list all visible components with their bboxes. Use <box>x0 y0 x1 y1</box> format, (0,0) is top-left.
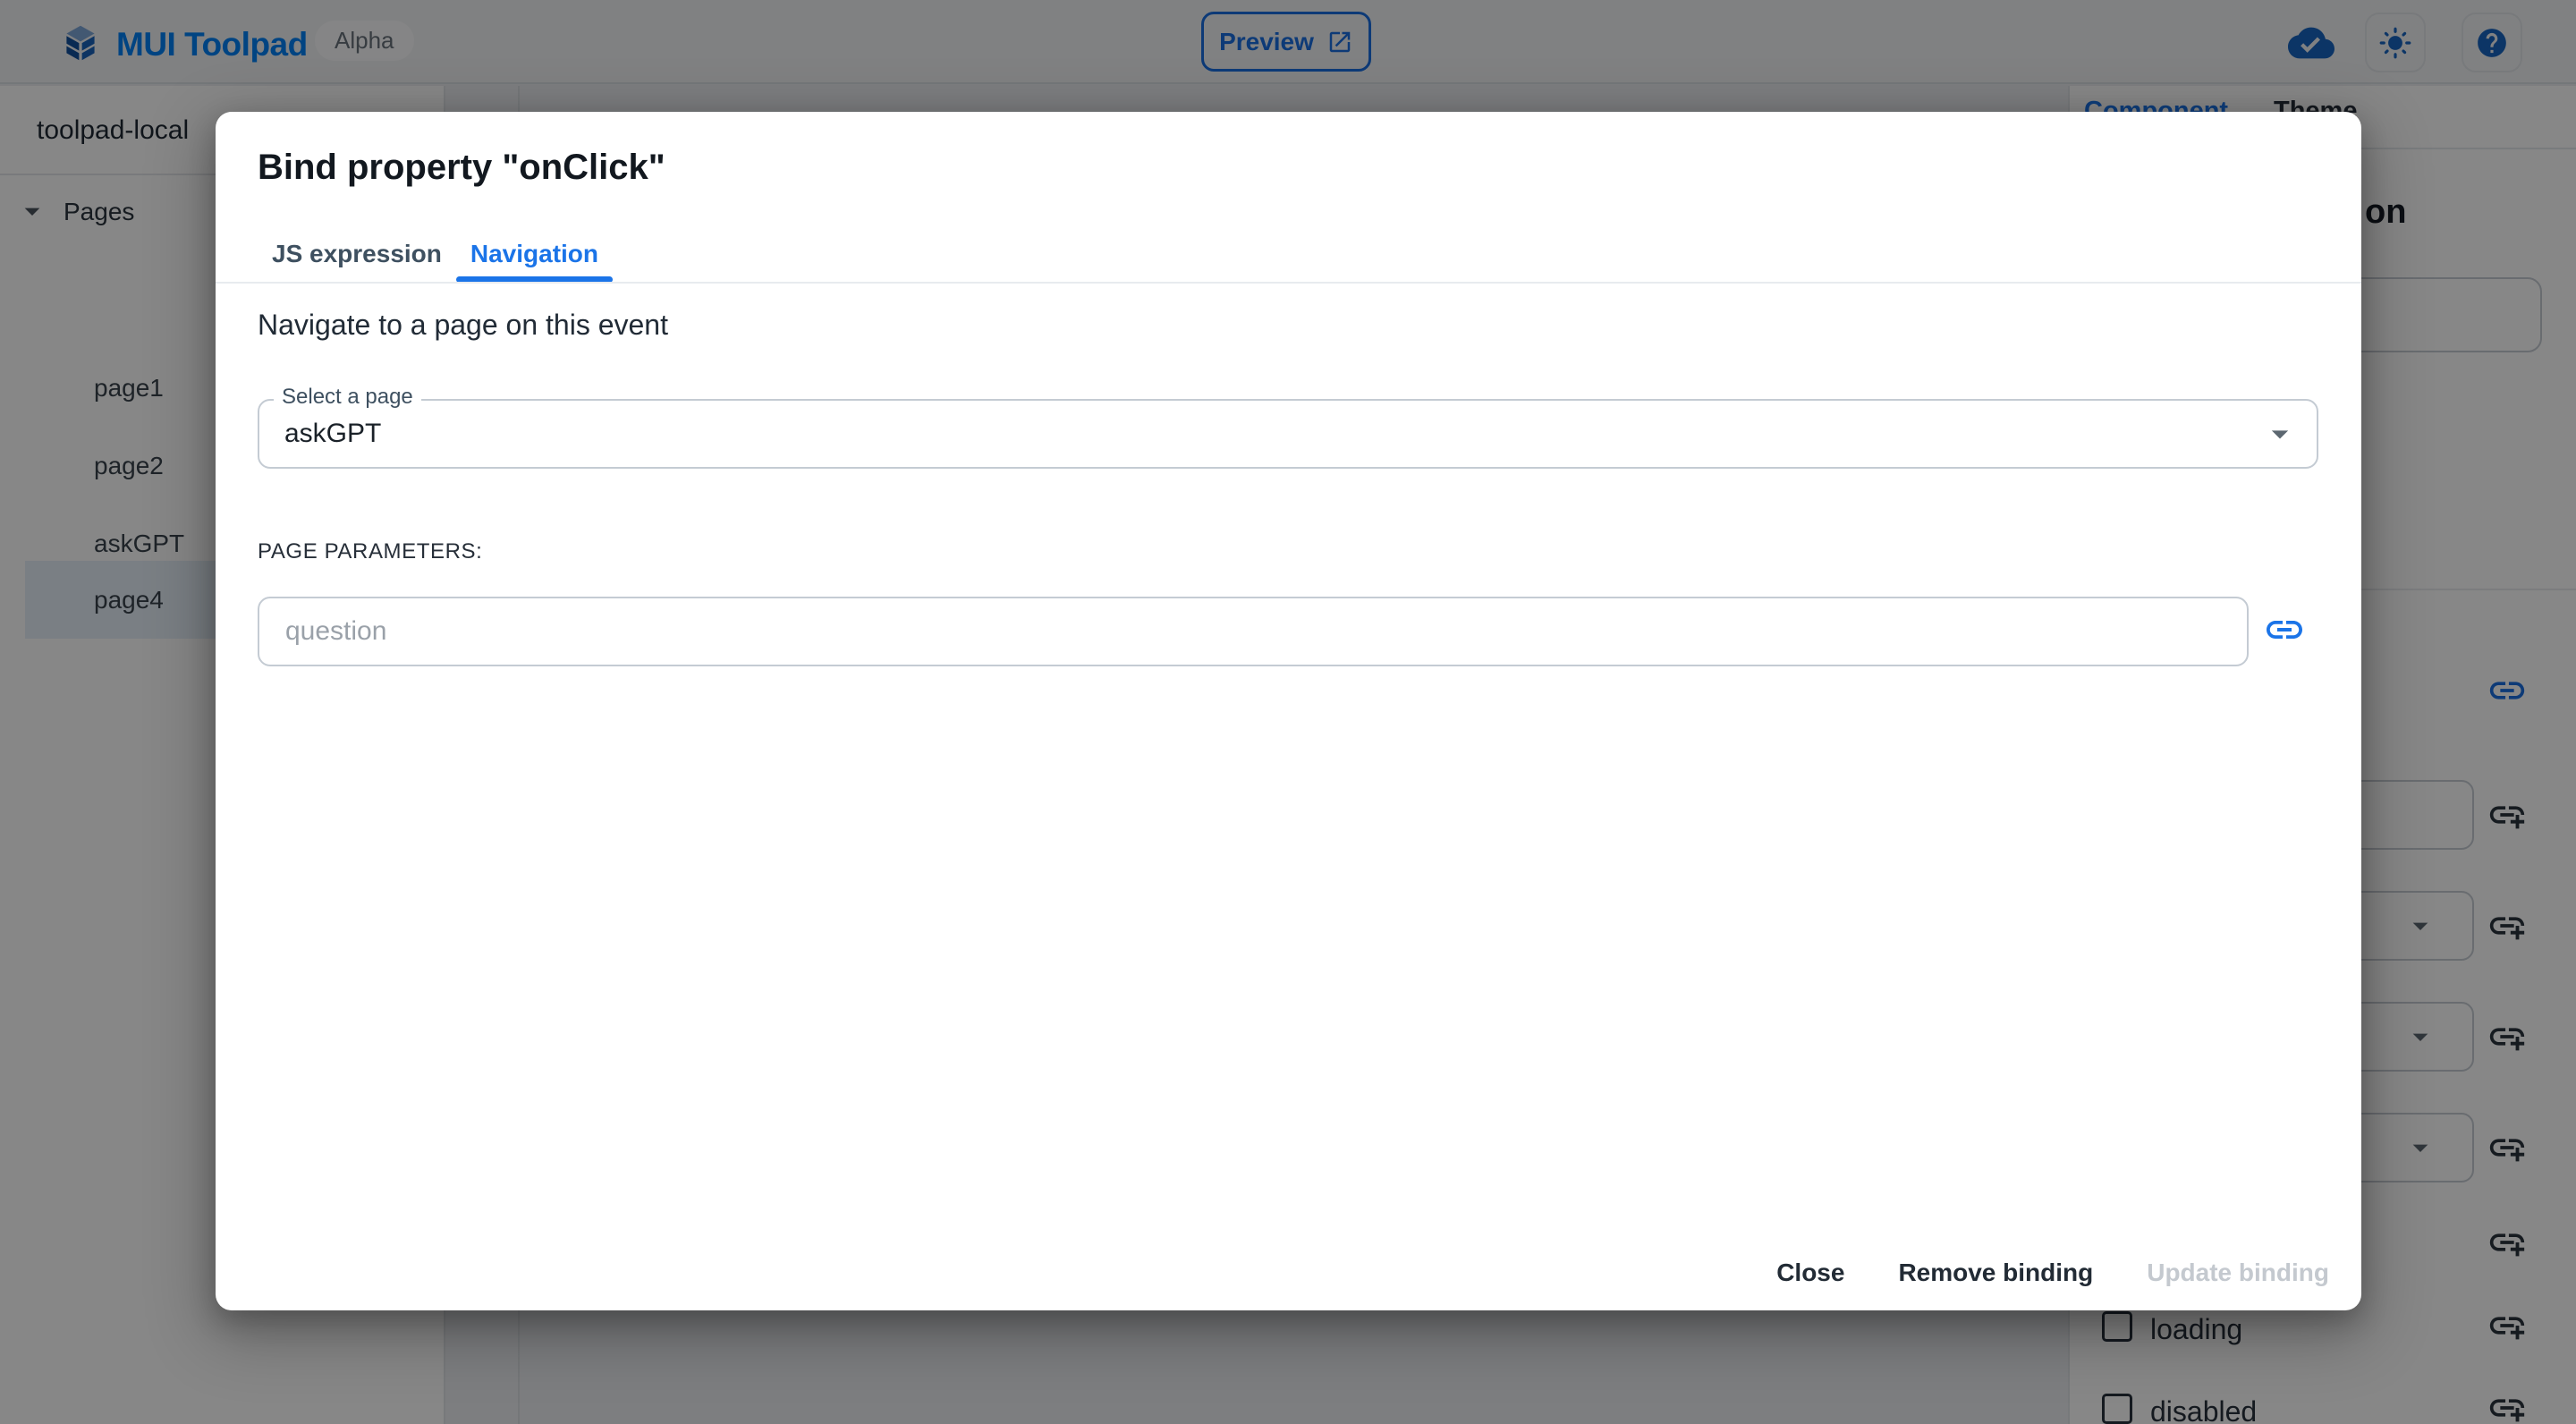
tab-js-expression[interactable]: JS expression <box>258 225 456 283</box>
dialog-actions: Close Remove binding Update binding <box>216 1253 2361 1293</box>
divider <box>216 282 2361 284</box>
dialog-tabs: JS expression Navigation <box>258 225 614 283</box>
toolpad-editor: MUI Toolpad Alpha Preview toolpad-local … <box>0 0 2576 1424</box>
close-button[interactable]: Close <box>1776 1259 1844 1287</box>
parameter-value-input[interactable] <box>258 597 2249 666</box>
dialog-title: Bind property "onClick" <box>258 148 665 187</box>
link-icon[interactable] <box>2263 608 2306 651</box>
page-parameters-heading: PAGE PARAMETERS: <box>258 539 483 564</box>
tab-navigation[interactable]: Navigation <box>455 225 614 283</box>
chevron-down-icon[interactable] <box>2260 414 2300 453</box>
page-select-value: askGPT <box>284 419 382 448</box>
remove-binding-button[interactable]: Remove binding <box>1898 1259 2093 1287</box>
bind-property-dialog: Bind property "onClick" JS expression Na… <box>216 112 2361 1310</box>
dialog-description: Navigate to a page on this event <box>258 309 668 341</box>
page-select[interactable] <box>258 399 2318 469</box>
update-binding-button[interactable]: Update binding <box>2147 1259 2329 1287</box>
